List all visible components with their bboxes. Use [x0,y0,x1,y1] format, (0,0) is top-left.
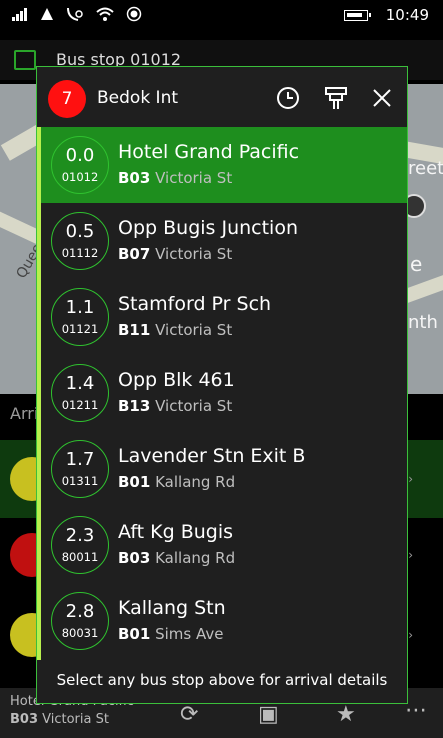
distance-value: 2.8 [65,601,95,622]
stop-code: 01211 [61,398,99,412]
distance-value: 2.3 [65,525,95,546]
stop-street: Victoria St [155,245,233,263]
distance-value: 1.7 [65,449,95,470]
current-stop-service: B03 [10,712,38,727]
stop-street: Victoria St [155,397,233,415]
destination-label: Bedok Int [97,88,179,108]
refresh-icon[interactable]: ⟳ [180,702,198,727]
map-label: e [410,252,423,276]
map-label: nth [408,312,438,333]
stop-row[interactable]: 2.8 80031 Kallang Stn B01 Sims Ave [41,583,407,659]
route-number-badge: 7 [48,80,86,118]
stop-detail: B01 Kallang Rd [118,473,235,491]
stop-code: 01112 [61,246,99,260]
distance-value: 0.5 [65,221,95,242]
bus-stop-sign-icon[interactable] [321,83,351,113]
stop-service: B01 [118,473,151,491]
star-icon[interactable]: ★ [336,702,356,727]
stop-name: Lavender Stn Exit B [118,445,306,467]
current-stop-street: Victoria St [42,712,109,727]
status-bar: 10:49 [0,0,443,32]
stop-row[interactable]: 1.7 01311 Lavender Stn Exit B B01 Kallan… [41,431,407,507]
stop-detail: B07 Victoria St [118,245,232,263]
distance-badge: 2.8 80031 [51,592,109,650]
stop-name: Opp Blk 461 [118,369,235,391]
battery-icon [343,9,371,21]
stop-name: Kallang Stn [118,597,226,619]
stop-code: 01012 [61,170,99,184]
signal-icon [12,8,27,21]
stop-row[interactable]: 0.5 01112 Opp Bugis Junction B07 Victori… [41,203,407,279]
stop-detail: B11 Victoria St [118,321,232,339]
stop-row[interactable]: 2.3 80011 Aft Kg Bugis B03 Kallang Rd [41,507,407,583]
current-stop-detail: B03 Victoria St [10,712,109,727]
distance-badge: 1.7 01311 [51,440,109,498]
bus-stop-icon [14,50,36,70]
call-forward-icon [67,7,83,21]
stop-row[interactable]: 1.1 01121 Stamford Pr Sch B11 Victoria S… [41,279,407,355]
close-icon[interactable] [367,83,397,113]
stop-name: Opp Bugis Junction [118,217,298,239]
distance-value: 1.1 [65,297,95,318]
stop-row[interactable]: 1.4 01211 Opp Blk 461 B13 Victoria St [41,355,407,431]
stop-name: Hotel Grand Pacific [118,141,300,163]
stop-name: Stamford Pr Sch [118,293,272,315]
distance-value: 0.0 [65,145,95,166]
stop-service: B07 [118,245,151,263]
wifi-status-icon [41,8,53,20]
stop-service: B03 [118,169,151,187]
stop-service: B13 [118,397,151,415]
stop-street: Kallang Rd [155,473,236,491]
stop-code: 01311 [61,474,99,488]
stop-code: 80011 [61,550,99,564]
stop-street: Victoria St [155,169,233,187]
stop-street: Kallang Rd [155,549,236,567]
stop-street: Victoria St [155,321,233,339]
distance-badge: 2.3 80011 [51,516,109,574]
more-icon[interactable]: ⋯ [405,698,427,723]
arrivals-label: Arri [10,404,39,423]
location-icon [126,6,142,22]
chevron-right-icon: › [408,548,413,562]
stop-detail: B03 Victoria St [118,169,232,187]
clock-text: 10:49 [385,6,429,24]
distance-badge: 1.4 01211 [51,364,109,422]
chevron-right-icon: › [408,472,413,486]
dialog-header: 7 Bedok Int [37,67,407,127]
status-icons [12,6,142,22]
stop-service: B11 [118,321,151,339]
stop-detail: B03 Kallang Rd [118,549,235,567]
distance-badge: 0.0 01012 [51,136,109,194]
stop-detail: B01 Sims Ave [118,625,223,643]
stop-service: B01 [118,625,151,643]
distance-badge: 0.5 01112 [51,212,109,270]
stop-service: B03 [118,549,151,567]
distance-badge: 1.1 01121 [51,288,109,346]
stop-name: Aft Kg Bugis [118,521,234,543]
stop-code: 80031 [61,626,99,640]
wifi-icon [96,7,114,21]
chevron-right-icon: › [408,628,413,642]
stop-detail: B13 Victoria St [118,397,232,415]
bus-stop-icon[interactable]: ▣ [258,702,279,727]
stop-code: 01121 [61,322,99,336]
distance-value: 1.4 [65,373,95,394]
map-label: reet [408,158,443,179]
stop-street: Sims Ave [155,625,224,643]
route-stops-dialog: 7 Bedok Int 0.0 01012 Hotel Grand Pacifi… [36,66,408,704]
stop-row[interactable]: 0.0 01012 Hotel Grand Pacific B03 Victor… [41,127,407,203]
dialog-footer-message: Select any bus stop above for arrival de… [56,671,388,689]
clock-icon[interactable] [273,83,303,113]
